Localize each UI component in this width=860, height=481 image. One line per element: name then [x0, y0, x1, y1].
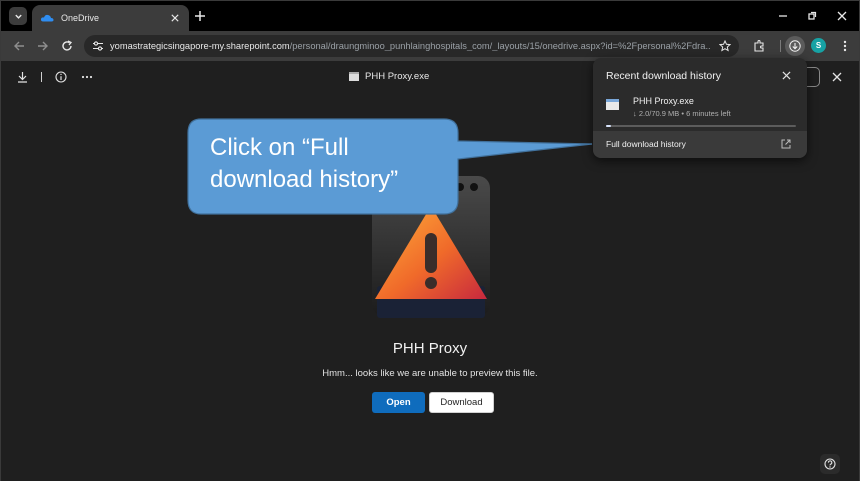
browser-window: OneDrive yomastrategicsingapore-my.share… [0, 0, 860, 481]
file-icon [349, 72, 359, 81]
downloads-button[interactable] [785, 36, 805, 56]
star-icon[interactable] [719, 40, 731, 52]
download-item-name: PHH Proxy.exe [633, 96, 694, 106]
info-button[interactable] [54, 70, 68, 84]
more-options-button[interactable] [80, 70, 94, 84]
download-progress-bar [606, 125, 796, 127]
exe-file-icon [606, 99, 619, 110]
forward-icon [38, 41, 48, 51]
close-icon [171, 14, 179, 22]
onedrive-icon [40, 14, 54, 22]
viewer-download-button[interactable] [15, 70, 29, 84]
info-icon [55, 71, 67, 83]
preview-file-name: PHH Proxy [392, 340, 468, 357]
download-item-status: ↓ 2.0/70.9 MB • 6 minutes left [633, 109, 731, 118]
address-bar[interactable]: yomastrategicsingapore-my.sharepoint.com… [84, 35, 739, 57]
forward-button[interactable] [35, 38, 51, 54]
file-title-text: PHH Proxy.exe [365, 71, 430, 82]
callout-text: Click on “Full download history” [210, 134, 399, 193]
tune-icon [93, 41, 103, 51]
tab-close-button[interactable] [169, 12, 181, 24]
minimize-button[interactable] [776, 9, 790, 23]
url-path: /personal/draungminoo_punhlainghospitals… [289, 41, 710, 51]
reload-button[interactable] [59, 38, 75, 54]
close-icon [832, 72, 842, 82]
tab-onedrive[interactable]: OneDrive [32, 5, 189, 31]
url-host: yomastrategicsingapore-my.sharepoint.com [110, 41, 290, 51]
download-progress-fill [606, 125, 612, 127]
full-download-history-label: Full download history [606, 139, 686, 149]
restore-icon [808, 11, 817, 20]
profile-avatar[interactable]: S [811, 38, 826, 53]
browser-toolbar: yomastrategicsingapore-my.sharepoint.com… [1, 31, 859, 61]
full-download-history-link[interactable]: Full download history [593, 131, 807, 158]
minimize-icon [779, 15, 787, 17]
download-item[interactable]: PHH Proxy.exe ↓ 2.0/70.9 MB • 6 minutes … [606, 96, 796, 126]
back-button[interactable] [11, 38, 27, 54]
browser-menu-button[interactable] [837, 38, 853, 54]
download-button[interactable]: Download [429, 392, 494, 413]
help-icon [824, 458, 836, 470]
close-icon [781, 70, 791, 80]
file-title: PHH Proxy.exe [349, 71, 429, 82]
external-link-icon [780, 138, 792, 150]
instruction-callout: Click on “Full download history” [187, 118, 593, 215]
back-icon [14, 41, 24, 51]
more-vertical-icon [843, 40, 847, 52]
tab-title: OneDrive [61, 13, 100, 23]
popup-header: Recent download history [606, 70, 721, 82]
viewer-toolbar [15, 70, 94, 84]
preview-message: Hmm... looks like we are unable to previ… [322, 368, 538, 379]
chevron-down-icon [14, 14, 22, 19]
tab-search-button[interactable] [9, 7, 27, 25]
download-icon [789, 40, 801, 52]
viewer-close-button[interactable] [830, 70, 844, 84]
more-icon [81, 75, 93, 79]
reload-icon [62, 40, 73, 51]
extensions-button[interactable] [751, 38, 767, 54]
tab-strip: OneDrive [1, 1, 859, 31]
help-button[interactable] [820, 454, 840, 474]
toolbar-divider [41, 72, 42, 82]
popup-close-button[interactable] [780, 69, 792, 81]
extensions-icon [754, 40, 764, 52]
close-icon [837, 11, 847, 21]
url-text: yomastrategicsingapore-my.sharepoint.com… [110, 41, 710, 51]
restore-button[interactable] [805, 9, 819, 23]
plus-icon [195, 11, 205, 21]
close-window-button[interactable] [835, 9, 849, 23]
new-tab-button[interactable] [193, 9, 207, 23]
open-button[interactable]: Open [372, 392, 425, 413]
download-history-popup: Recent download history PHH Proxy.exe ↓ … [593, 58, 807, 158]
download-icon [17, 72, 27, 83]
